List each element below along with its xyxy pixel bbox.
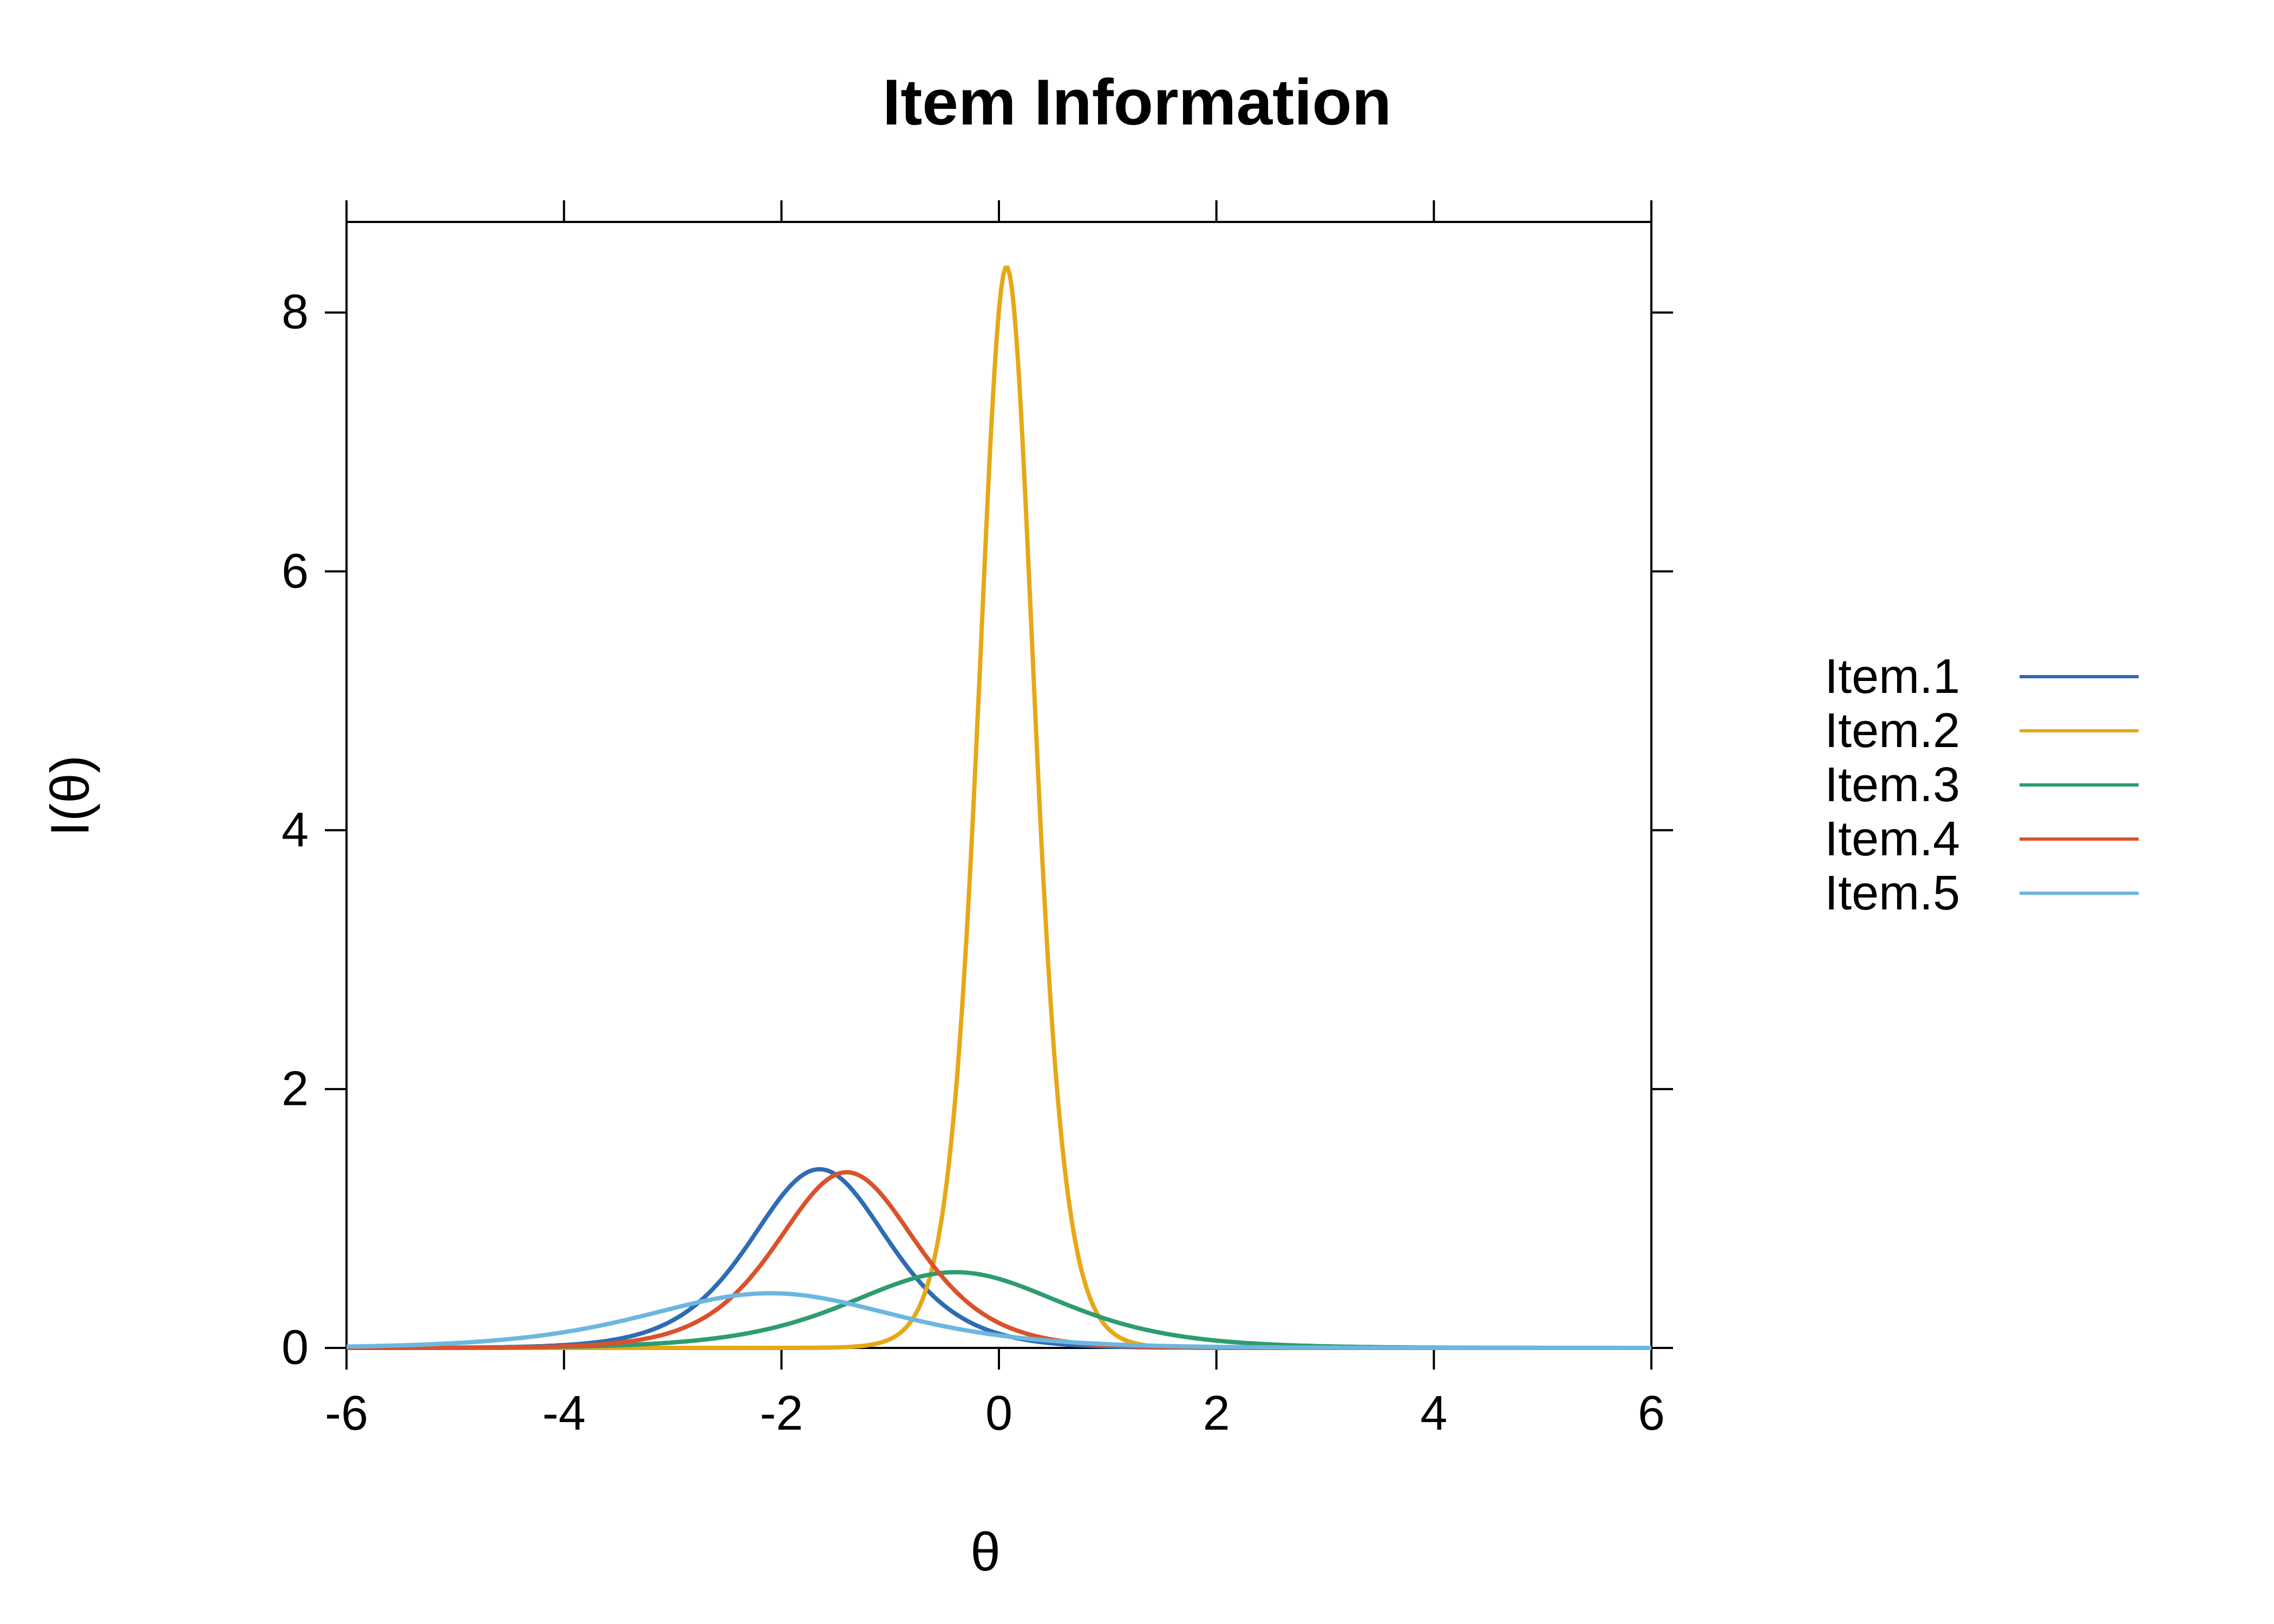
legend-label: Item.3 bbox=[1825, 757, 1998, 813]
x-tick-label: 0 bbox=[985, 1386, 1012, 1442]
y-tick-label: 2 bbox=[282, 1061, 309, 1117]
legend-item-1: Item.1 bbox=[1825, 650, 2139, 704]
x-axis-label: θ bbox=[970, 1521, 1001, 1583]
legend-swatch bbox=[2020, 783, 2139, 787]
y-tick-label: 0 bbox=[282, 1320, 309, 1376]
chart-title: Item Information bbox=[0, 65, 2274, 140]
legend-item-4: Item.4 bbox=[1825, 812, 2139, 866]
series-line-2 bbox=[347, 268, 1651, 1348]
legend-swatch bbox=[2020, 892, 2139, 895]
legend-item-2: Item.2 bbox=[1825, 704, 2139, 758]
legend-swatch bbox=[2020, 729, 2139, 732]
x-tick-label: 4 bbox=[1420, 1386, 1447, 1442]
legend-label: Item.2 bbox=[1825, 703, 1998, 759]
legend-label: Item.4 bbox=[1825, 811, 1998, 867]
legend-swatch bbox=[2020, 837, 2139, 841]
x-tick-label: 2 bbox=[1203, 1386, 1230, 1442]
y-tick-label: 6 bbox=[282, 543, 309, 599]
series-line-4 bbox=[347, 1173, 1651, 1348]
legend-swatch bbox=[2020, 675, 2139, 678]
y-tick-label: 8 bbox=[282, 285, 309, 340]
chart-page: Item Information I(θ) θ Item.1Item.2Item… bbox=[0, 0, 2274, 1624]
y-axis-label: I(θ) bbox=[40, 755, 102, 836]
plot-svg bbox=[325, 200, 1673, 1370]
legend-item-3: Item.3 bbox=[1825, 758, 2139, 812]
plot-area bbox=[325, 200, 1673, 1370]
legend-item-5: Item.5 bbox=[1825, 866, 2139, 920]
legend-label: Item.5 bbox=[1825, 866, 1998, 921]
y-tick-label: 4 bbox=[282, 802, 309, 858]
x-tick-label: -2 bbox=[760, 1386, 803, 1442]
legend-label: Item.1 bbox=[1825, 649, 1998, 705]
x-tick-label: -6 bbox=[325, 1386, 368, 1442]
x-tick-label: -4 bbox=[543, 1386, 586, 1442]
x-tick-label: 6 bbox=[1638, 1386, 1665, 1442]
legend: Item.1Item.2Item.3Item.4Item.5 bbox=[1825, 650, 2139, 920]
